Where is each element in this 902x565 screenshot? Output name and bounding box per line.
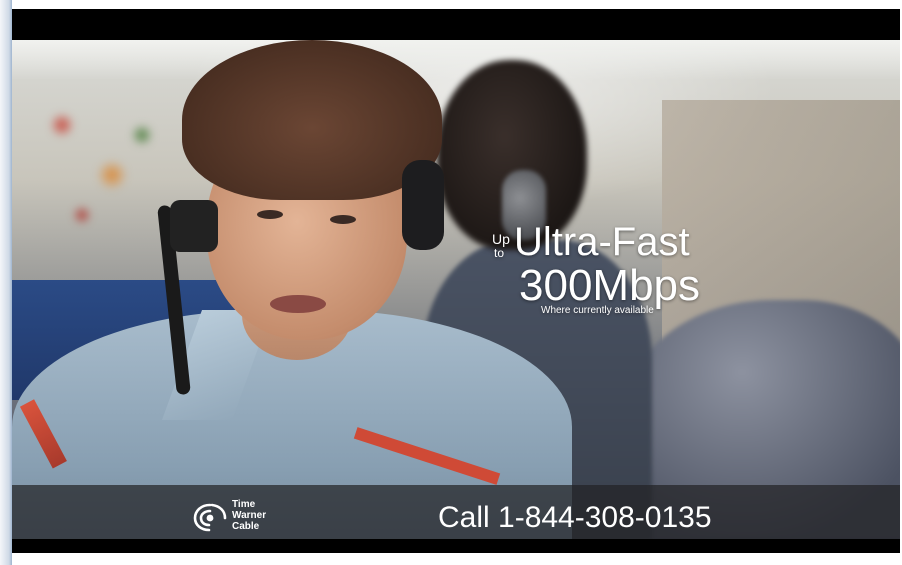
promo-to: to — [494, 246, 505, 260]
video-frame[interactable]: Up to Ultra-Fast 300Mbps Where currently… — [12, 9, 900, 553]
background-window-glow — [12, 40, 900, 80]
logo-wordmark: Time Warner Cable — [232, 499, 266, 532]
background-toy — [32, 95, 172, 245]
letterbox-bottom — [12, 539, 900, 553]
foreground-eye-left — [257, 210, 283, 219]
logo-line-2: Warner — [232, 510, 267, 521]
headset-ear-cup — [402, 160, 444, 250]
promo-up: Up — [492, 231, 510, 247]
call-phone-number: Call 1-844-308-0135 — [438, 501, 712, 534]
window-left-edge — [0, 0, 12, 565]
time-warner-cable-logo-icon — [193, 503, 227, 532]
promo-headline: Ultra-Fast — [514, 220, 690, 264]
logo-line-3: Cable — [232, 521, 260, 532]
brand-logo: Time Warner Cable — [192, 497, 302, 537]
letterbox-top — [12, 9, 900, 40]
promo-speed: 300Mbps — [519, 261, 701, 310]
headset-mic-head — [170, 200, 218, 252]
logo-line-1: Time — [232, 499, 256, 510]
video-scene: Up to Ultra-Fast 300Mbps Where currently… — [12, 40, 900, 539]
foreground-mouth — [270, 295, 326, 313]
promo-availability-note: Where currently available — [541, 305, 654, 316]
lower-third-banner: Time Warner Cable Call 1-844-308-0135 — [12, 485, 900, 539]
foreground-eye-right — [330, 215, 356, 224]
